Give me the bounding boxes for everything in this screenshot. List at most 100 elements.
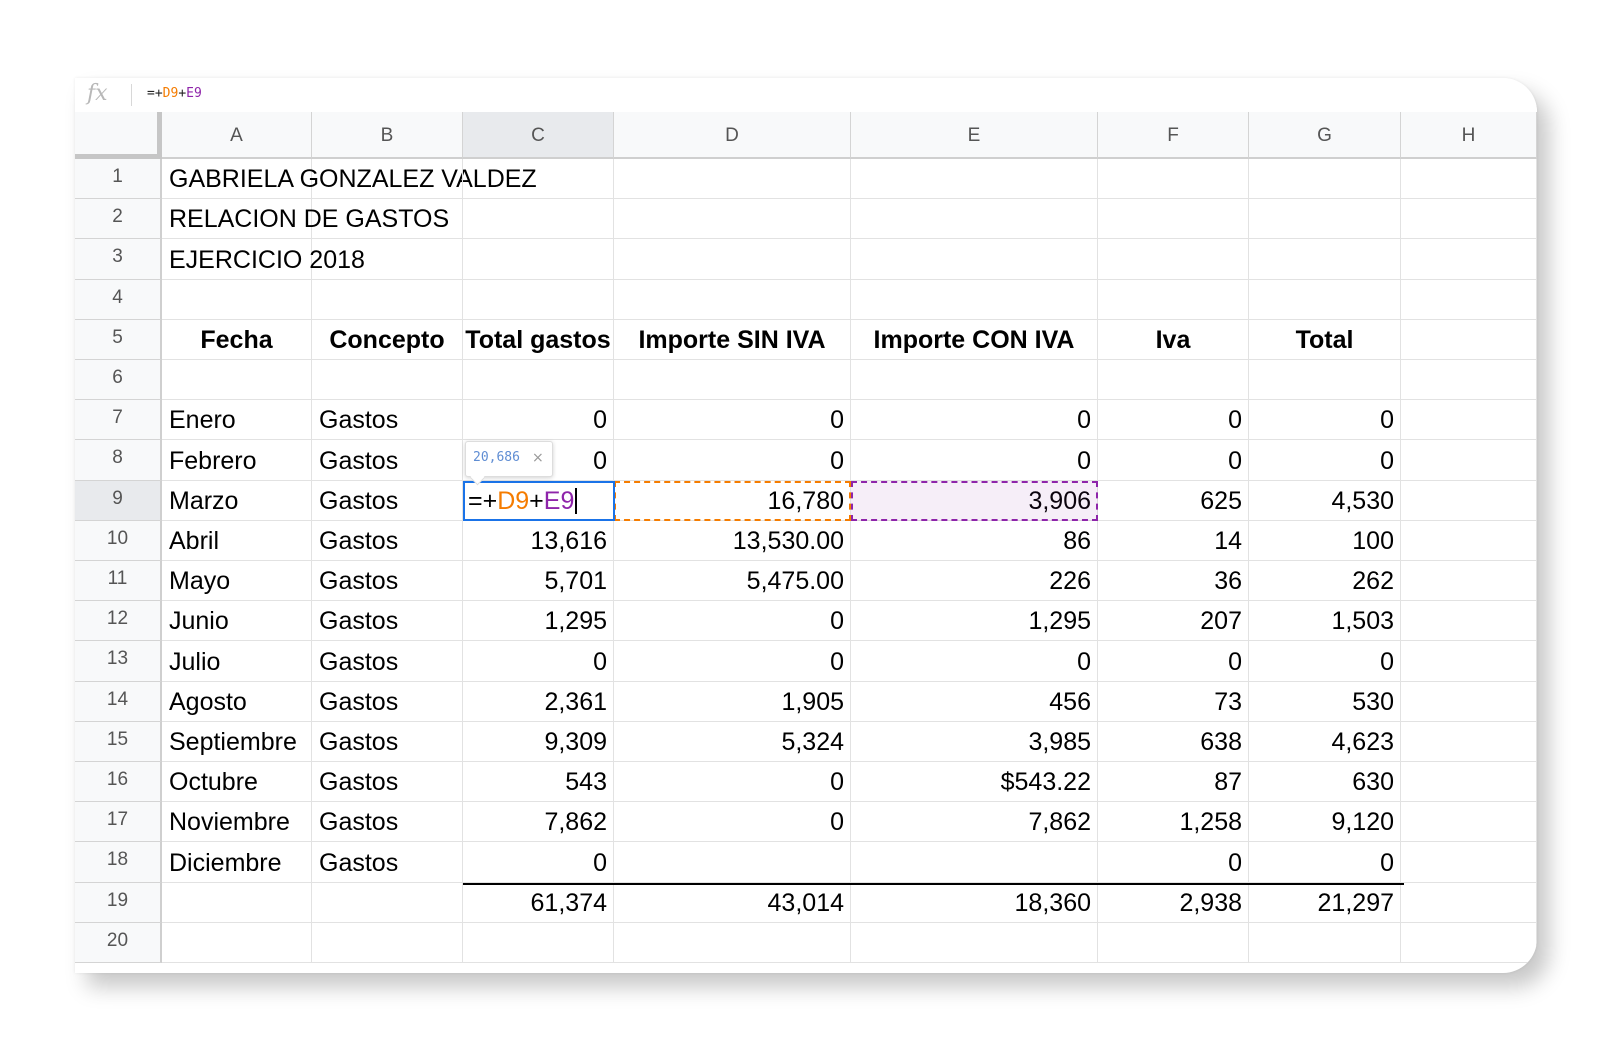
amount-cell[interactable]: 456 <box>851 681 1098 722</box>
month-cell[interactable]: Diciembre <box>162 842 312 883</box>
cell[interactable] <box>614 199 851 240</box>
amount-cell[interactable]: 0 <box>614 400 851 441</box>
amount-cell[interactable]: 1,258 <box>1098 802 1249 843</box>
total-cell[interactable]: 18,360 <box>851 882 1098 923</box>
amount-cell[interactable]: 5,701 <box>463 561 614 602</box>
header-cell[interactable]: Total <box>1249 319 1401 360</box>
column-header-g[interactable]: G <box>1249 112 1401 159</box>
amount-cell[interactable]: 543 <box>463 762 614 803</box>
amount-cell[interactable]: 0 <box>851 440 1098 481</box>
amount-cell[interactable]: 0 <box>463 400 614 441</box>
amount-cell[interactable]: 638 <box>1098 721 1249 762</box>
column-header-f[interactable]: F <box>1098 112 1249 159</box>
row-header-19[interactable]: 19 <box>75 882 162 923</box>
concept-cell[interactable]: Gastos <box>312 561 463 602</box>
cell[interactable] <box>1401 520 1537 561</box>
amount-cell[interactable]: 0 <box>463 842 614 883</box>
amount-cell[interactable]: 530 <box>1249 681 1401 722</box>
row-header-6[interactable]: 6 <box>75 360 162 401</box>
month-cell[interactable]: Septiembre <box>162 721 312 762</box>
row-header-7[interactable]: 7 <box>75 400 162 441</box>
month-cell[interactable]: Enero <box>162 400 312 441</box>
row-header-8[interactable]: 8 <box>75 440 162 481</box>
amount-cell[interactable]: 14 <box>1098 520 1249 561</box>
cell[interactable] <box>614 239 851 280</box>
amount-cell[interactable]: 262 <box>1249 561 1401 602</box>
cell[interactable] <box>1401 480 1537 521</box>
amount-cell[interactable]: 0 <box>1098 400 1249 441</box>
title-cell[interactable]: GABRIELA GONZALEZ VALDEZ <box>162 159 537 200</box>
total-cell[interactable] <box>312 882 463 923</box>
amount-cell[interactable]: 0 <box>851 400 1098 441</box>
total-cell[interactable]: 2,938 <box>1098 882 1249 923</box>
cell[interactable] <box>1098 199 1249 240</box>
amount-cell[interactable]: 0 <box>614 762 851 803</box>
cell[interactable] <box>162 279 312 320</box>
amount-cell[interactable]: 16,780 <box>614 480 851 521</box>
header-cell[interactable]: Importe CON IVA <box>851 319 1098 360</box>
cell[interactable] <box>463 239 614 280</box>
column-header-h[interactable]: H <box>1401 112 1537 159</box>
row-header-12[interactable]: 12 <box>75 601 162 642</box>
cell[interactable] <box>614 922 851 963</box>
amount-cell[interactable]: 1,503 <box>1249 601 1401 642</box>
amount-cell[interactable]: 4,623 <box>1249 721 1401 762</box>
concept-cell[interactable]: Gastos <box>312 681 463 722</box>
cell[interactable] <box>1401 319 1537 360</box>
cell[interactable] <box>1249 239 1401 280</box>
concept-cell[interactable]: Gastos <box>312 601 463 642</box>
cell[interactable] <box>463 199 614 240</box>
cell[interactable] <box>614 360 851 401</box>
header-cell[interactable]: Fecha <box>162 319 312 360</box>
month-cell[interactable]: Octubre <box>162 762 312 803</box>
cell[interactable] <box>1098 922 1249 963</box>
amount-cell[interactable]: 5,324 <box>614 721 851 762</box>
cell[interactable] <box>312 922 463 963</box>
cell[interactable] <box>851 199 1098 240</box>
month-cell[interactable]: Mayo <box>162 561 312 602</box>
amount-cell[interactable]: $543.22 <box>851 762 1098 803</box>
amount-cell[interactable]: 1,295 <box>851 601 1098 642</box>
row-header-3[interactable]: 3 <box>75 239 162 280</box>
amount-cell[interactable]: 86 <box>851 520 1098 561</box>
amount-cell[interactable]: 73 <box>1098 681 1249 722</box>
amount-cell[interactable]: 0 <box>614 440 851 481</box>
cell[interactable] <box>1249 922 1401 963</box>
amount-cell[interactable]: 2,361 <box>463 681 614 722</box>
cell[interactable] <box>1098 159 1249 200</box>
row-header-11[interactable]: 11 <box>75 561 162 602</box>
concept-cell[interactable]: Gastos <box>312 440 463 481</box>
amount-cell[interactable]: 36 <box>1098 561 1249 602</box>
cell[interactable] <box>162 360 312 401</box>
amount-cell[interactable]: 9,120 <box>1249 802 1401 843</box>
amount-cell[interactable] <box>851 842 1098 883</box>
cell[interactable] <box>1401 882 1537 923</box>
cell[interactable] <box>1401 681 1537 722</box>
cell[interactable] <box>1249 360 1401 401</box>
amount-cell[interactable]: 9,309 <box>463 721 614 762</box>
amount-cell[interactable]: 3,906 <box>851 480 1098 521</box>
header-cell[interactable]: Importe SIN IVA <box>614 319 851 360</box>
concept-cell[interactable]: Gastos <box>312 721 463 762</box>
cell[interactable] <box>1098 360 1249 401</box>
amount-cell[interactable]: 0 <box>1098 842 1249 883</box>
amount-cell[interactable]: 7,862 <box>851 802 1098 843</box>
row-header-20[interactable]: 20 <box>75 922 162 963</box>
cell[interactable] <box>1249 199 1401 240</box>
formula-input[interactable]: =+D9+E9 <box>147 86 202 101</box>
cell[interactable] <box>463 279 614 320</box>
amount-cell[interactable]: 1,905 <box>614 681 851 722</box>
cell[interactable] <box>312 360 463 401</box>
cell[interactable] <box>851 159 1098 200</box>
row-header-16[interactable]: 16 <box>75 762 162 803</box>
cell[interactable] <box>1098 279 1249 320</box>
cell[interactable] <box>1401 360 1537 401</box>
editor-formula[interactable]: =+D9+E9 <box>468 487 577 516</box>
amount-cell[interactable]: 0 <box>1098 440 1249 481</box>
header-cell[interactable]: Total gastos <box>463 319 614 360</box>
row-header-18[interactable]: 18 <box>75 842 162 883</box>
row-header-14[interactable]: 14 <box>75 681 162 722</box>
concept-cell[interactable]: Gastos <box>312 762 463 803</box>
amount-cell[interactable]: 0 <box>1098 641 1249 682</box>
column-header-c[interactable]: C <box>463 112 614 159</box>
